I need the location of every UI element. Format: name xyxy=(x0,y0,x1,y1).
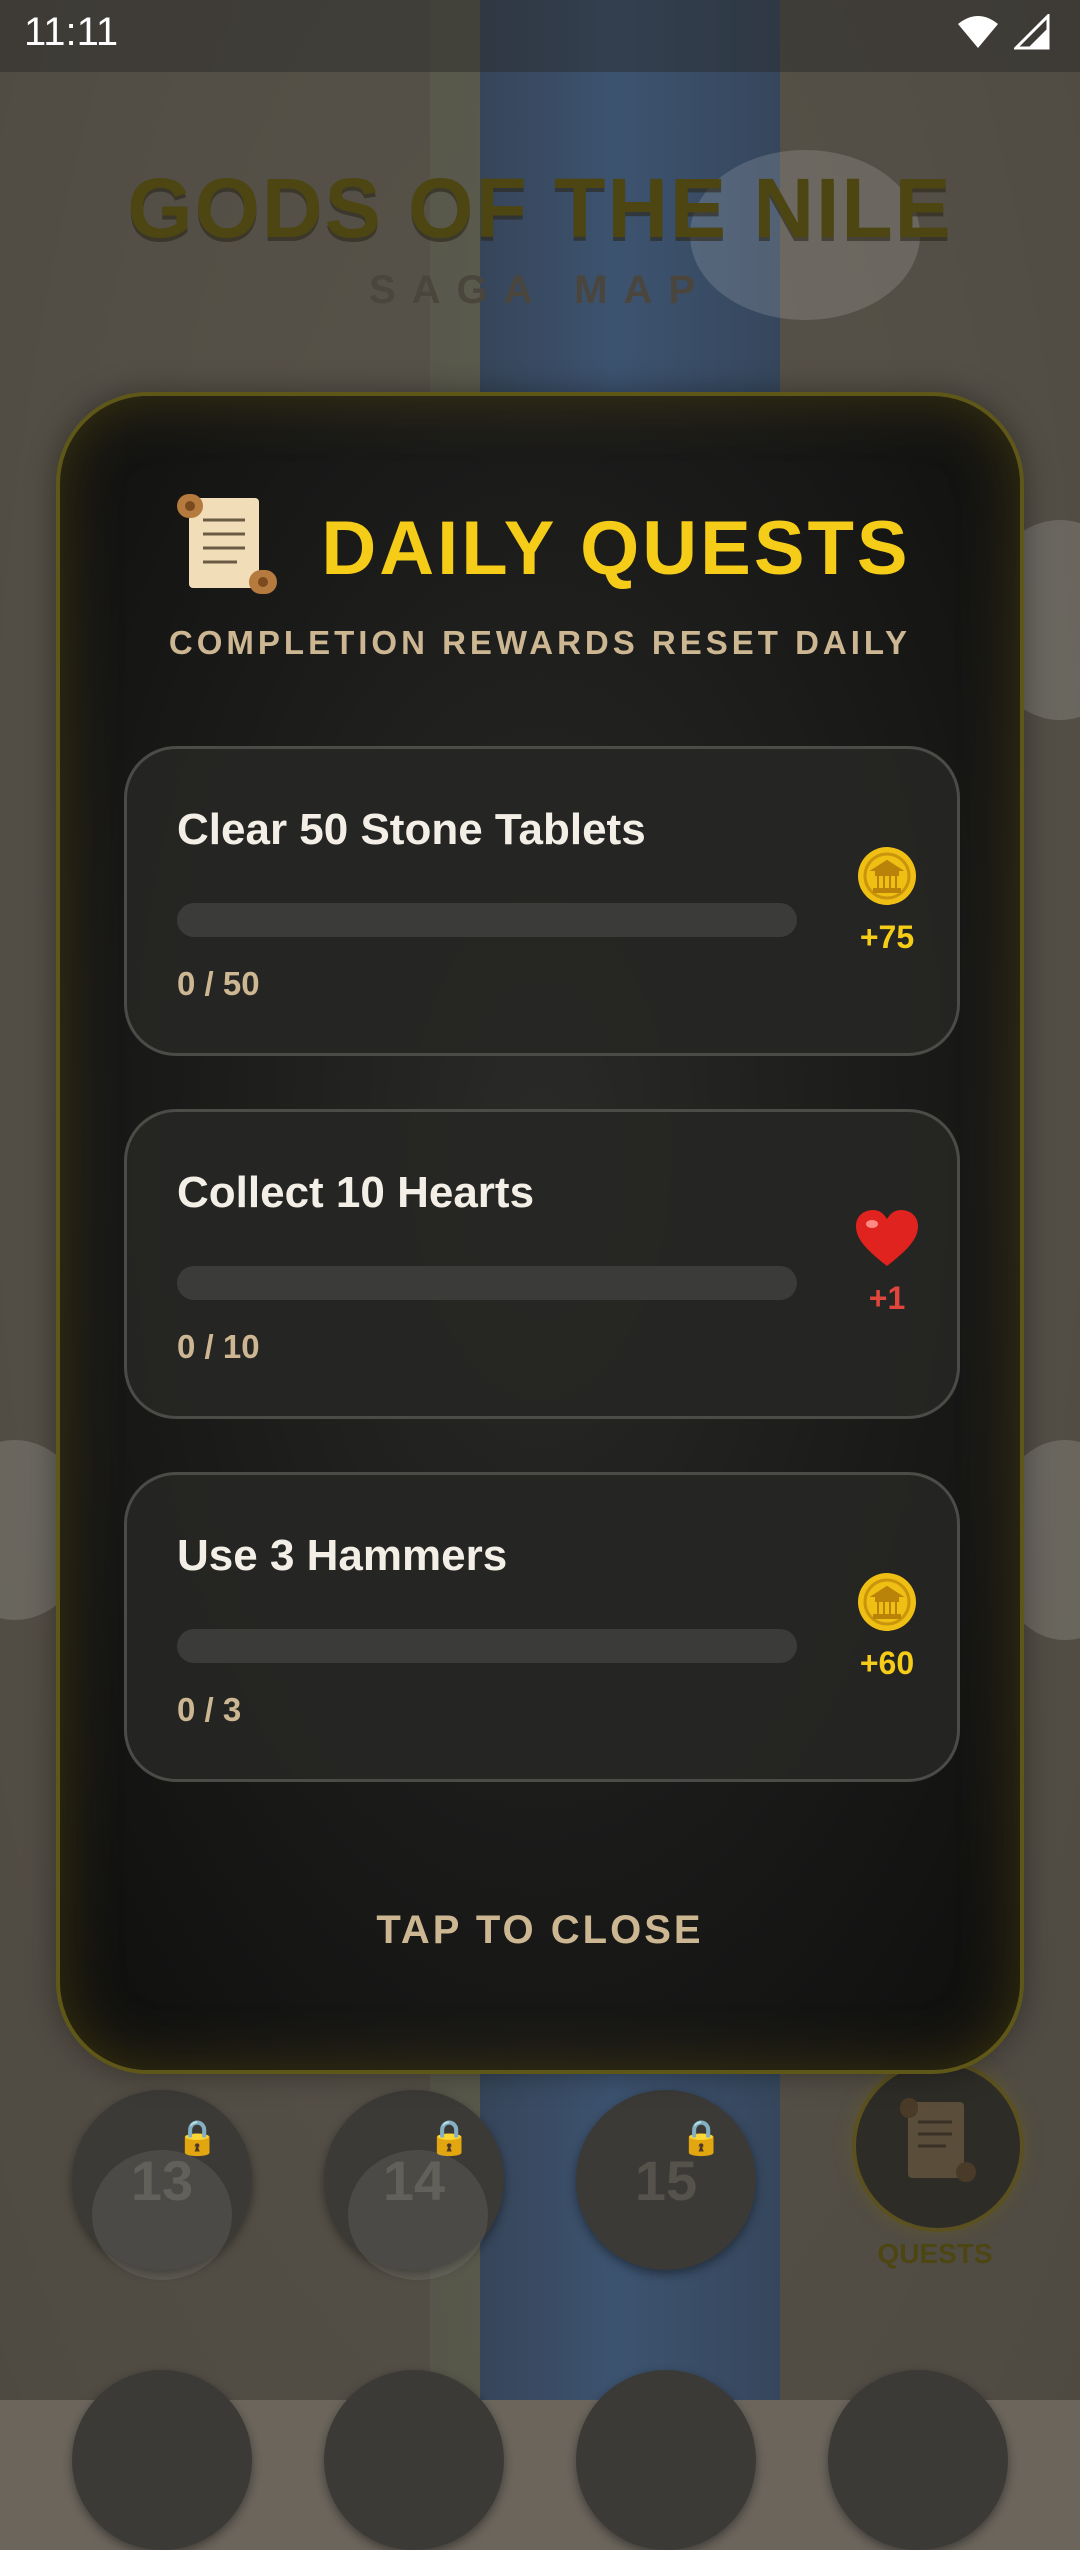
modal-subtitle: COMPLETION REWARDS RESET DAILY xyxy=(168,624,912,661)
quest-reward: +1 xyxy=(827,1208,947,1317)
level-node[interactable] xyxy=(72,2370,252,2550)
level-node[interactable] xyxy=(576,2370,756,2550)
quest-card: Collect 10 Hearts 0 / 10 +1 xyxy=(124,1109,960,1419)
quest-reward: +60 xyxy=(827,1571,947,1682)
quest-name: Use 3 Hammers xyxy=(177,1531,508,1580)
quest-reward: +75 xyxy=(827,845,947,956)
daily-quests-modal[interactable]: DAILY QUESTS COMPLETION REWARDS RESET DA… xyxy=(56,392,1024,2074)
quest-name: Collect 10 Hearts xyxy=(177,1168,535,1217)
level-node[interactable] xyxy=(828,2370,1008,2550)
scroll-icon xyxy=(169,494,281,602)
status-time: 11:11 xyxy=(24,10,119,54)
modal-title: DAILY QUESTS xyxy=(321,505,911,591)
level-number: 15 xyxy=(634,2148,698,2212)
level-node-14[interactable]: 14 🔒 xyxy=(324,2090,504,2280)
status-bar: 11:11 xyxy=(0,0,1080,72)
quest-progress-bar xyxy=(177,903,797,937)
game-title: GODS OF THE NILE xyxy=(127,161,953,255)
lock-icon: 🔒 xyxy=(680,2118,723,2158)
reward-amount: +60 xyxy=(859,1645,915,1681)
quest-progress-text: 0 / 3 xyxy=(177,1691,242,1728)
reward-amount: +75 xyxy=(859,919,915,955)
level-node[interactable] xyxy=(324,2370,504,2550)
heart-icon xyxy=(827,1208,947,1272)
reward-amount: +1 xyxy=(868,1280,906,1316)
fog-cloud xyxy=(348,2150,488,2280)
wifi-icon xyxy=(956,14,1000,54)
quest-card: Clear 50 Stone Tablets 0 / 50 +75 xyxy=(124,746,960,1056)
quests-button-label: QUESTS xyxy=(877,2238,993,2269)
level-node-13[interactable]: 13 🔒 xyxy=(72,2090,252,2280)
quest-name: Clear 50 Stone Tablets xyxy=(177,805,646,854)
quest-progress-text: 0 / 50 xyxy=(177,965,260,1002)
modal-header: DAILY QUESTS xyxy=(60,488,1020,608)
quest-progress-bar xyxy=(177,1629,797,1663)
tap-to-close-button[interactable]: TAP TO CLOSE xyxy=(60,1908,1020,1953)
quest-progress-bar xyxy=(177,1266,797,1300)
fog-cloud xyxy=(92,2150,232,2280)
coin-icon xyxy=(827,1571,947,1637)
quest-card: Use 3 Hammers 0 / 3 +60 xyxy=(124,1472,960,1782)
quest-progress-text: 0 / 10 xyxy=(177,1328,260,1365)
game-subtitle: SAGA MAP xyxy=(368,268,712,312)
level-node-15[interactable]: 15 🔒 xyxy=(576,2090,756,2270)
scroll-icon xyxy=(886,2090,986,2194)
signal-icon xyxy=(1012,12,1050,54)
coin-icon xyxy=(827,845,947,911)
quests-button[interactable] xyxy=(852,2060,1024,2232)
